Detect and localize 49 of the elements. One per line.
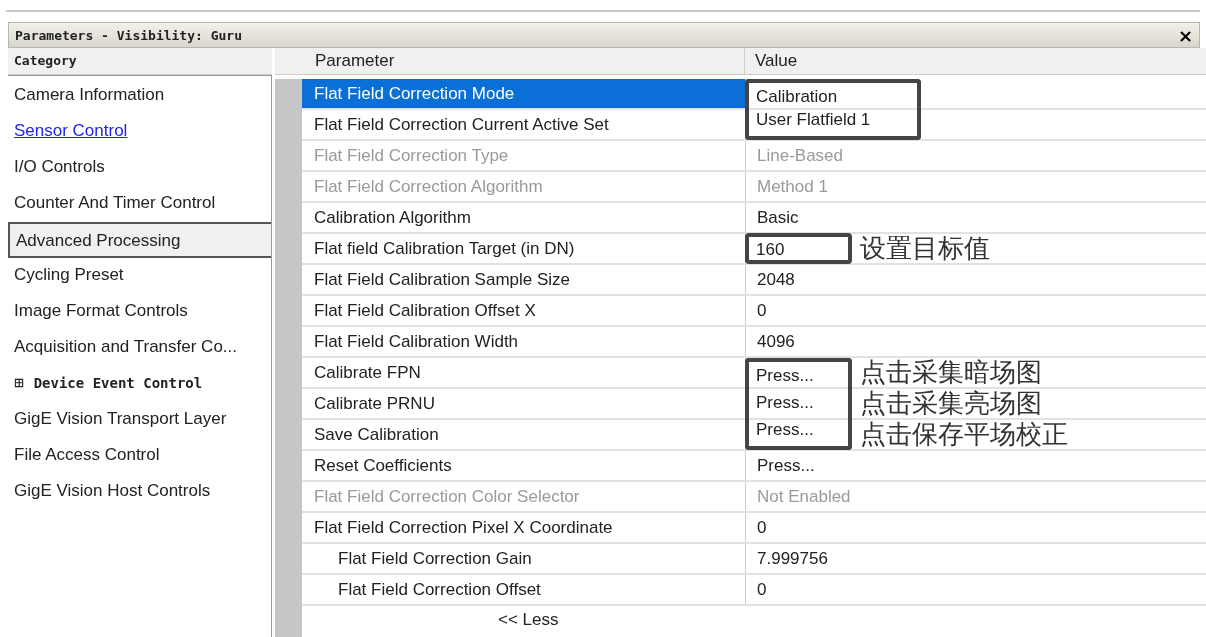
category-item[interactable]: Cycling Preset <box>8 258 271 294</box>
category-item[interactable]: Image Format Controls <box>8 294 271 330</box>
parameter-cell[interactable]: Flat Field Correction Mode <box>302 79 745 108</box>
parameter-cell[interactable]: Flat Field Correction Current Active Set <box>302 110 745 139</box>
parameter-cell[interactable]: Calibration Algorithm <box>302 203 745 232</box>
value-cell[interactable]: 160 <box>745 233 852 264</box>
value-cell[interactable]: 0 <box>746 513 767 542</box>
value-cell[interactable]: 4096 <box>746 327 795 356</box>
value-cell[interactable]: 0 <box>746 575 767 604</box>
value-cell[interactable]: Press... <box>745 417 852 450</box>
category-item[interactable]: File Access Control <box>8 438 271 474</box>
annotation-text: 点击采集亮场图 <box>860 389 1042 418</box>
parameter-cell[interactable]: Flat Field Correction Offset <box>302 575 745 604</box>
parameter-cell[interactable]: Flat Field Calibration Sample Size <box>302 265 745 294</box>
parameter-cell[interactable]: Flat Field Calibration Offset X <box>302 296 745 325</box>
value-cell[interactable]: 7.999756 <box>746 544 828 573</box>
annotation-text: 点击采集暗场图 <box>860 358 1042 387</box>
value-cell[interactable]: 2048 <box>746 265 795 294</box>
category-item[interactable]: Camera Information <box>8 78 271 114</box>
value-cell[interactable]: User Flatfield 1 <box>745 107 921 140</box>
value-cell[interactable]: Press... <box>745 358 852 389</box>
category-item[interactable]: I/O Controls <box>8 150 271 186</box>
parameter-cell[interactable]: Flat field Calibration Target (in DN) <box>302 234 745 263</box>
parameter-cell[interactable]: Calibrate PRNU <box>302 389 745 418</box>
parameter-cell[interactable]: Calibrate FPN <box>302 358 745 387</box>
parameter-cell[interactable]: Flat Field Calibration Width <box>302 327 745 356</box>
value-cell[interactable]: Basic <box>746 203 799 232</box>
close-button[interactable]: × <box>1171 24 1199 46</box>
value-cell[interactable]: 0 <box>746 296 767 325</box>
parameter-cell[interactable]: Reset Coefficients <box>302 451 745 480</box>
value-cell[interactable]: Press... <box>746 451 815 480</box>
category-item[interactable]: Sensor Control <box>8 114 271 150</box>
category-item[interactable]: GigE Vision Host Controls <box>8 474 271 510</box>
category-item[interactable]: Advanced Processing <box>8 222 271 258</box>
category-item[interactable]: Acquisition and Transfer Co... <box>8 330 271 366</box>
parameter-cell[interactable]: Flat Field Correction Pixel X Coordinate <box>302 513 745 542</box>
column-header: Parameter <box>303 48 745 74</box>
window-title: Parameters - Visibility: Guru <box>14 27 242 43</box>
parameter-cell[interactable]: Flat Field Correction Gain <box>302 544 745 573</box>
category-item[interactable]: Counter And Timer Control <box>8 186 271 222</box>
value-cell[interactable]: Calibration <box>745 79 921 110</box>
column-header: Value <box>754 50 799 72</box>
category-item[interactable]: ⊞ Device Event Control <box>8 366 271 402</box>
value-cell[interactable]: Press... <box>745 388 852 419</box>
less-link[interactable]: << Less <box>498 610 559 629</box>
annotation-text: 设置目标值 <box>860 234 990 263</box>
parameter-cell[interactable]: Save Calibration <box>302 420 745 449</box>
annotation-text: 点击保存平场校正 <box>860 420 1068 449</box>
category-item[interactable]: GigE Vision Transport Layer <box>8 402 271 438</box>
